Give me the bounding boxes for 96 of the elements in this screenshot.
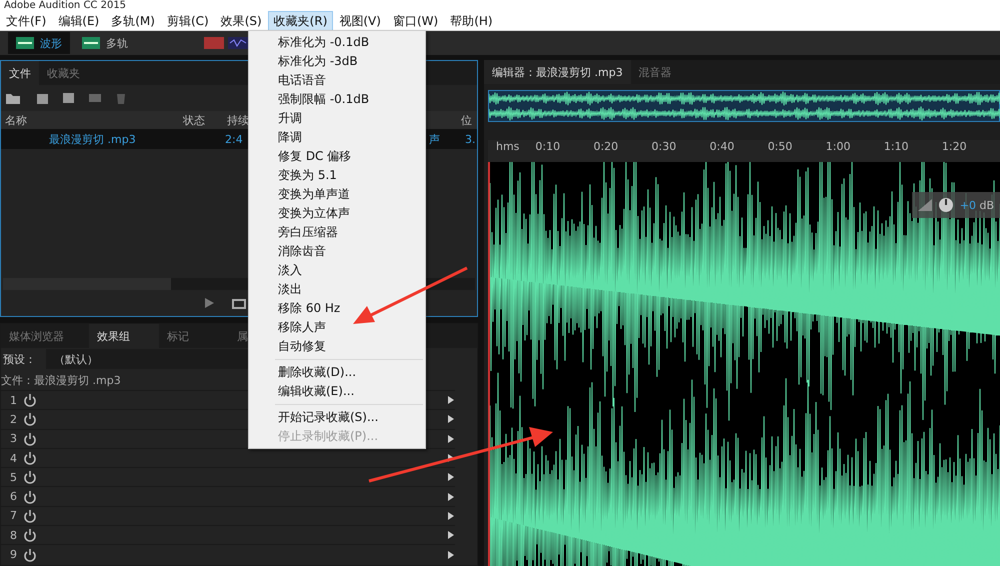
effect-slot[interactable]: 8 <box>1 525 455 544</box>
panel-tab[interactable]: 收藏夹 <box>39 61 88 85</box>
column-header[interactable]: 名称 <box>5 112 183 128</box>
menu-item[interactable]: 编辑(E) <box>52 10 106 32</box>
preset-label: 预设： <box>3 352 36 366</box>
file-name: 最浪漫剪切 .mp3 <box>49 132 136 146</box>
menu-option[interactable]: 淡入 <box>249 261 425 280</box>
level-icon <box>918 199 932 211</box>
menu-option[interactable]: 变换为立体声 <box>249 204 425 223</box>
time-label: 1:10 <box>884 140 910 153</box>
expand-arrow-icon <box>447 414 455 424</box>
menu-option[interactable]: 淡出 <box>249 280 425 299</box>
waveform-drawing[interactable] <box>490 162 1000 566</box>
window-title: Adobe Audition CC 2015 <box>4 0 126 12</box>
time-label: 1:00 <box>826 140 852 153</box>
multitrack-icon <box>82 37 100 49</box>
menu-option[interactable]: 强制限幅 -0.1dB <box>249 90 425 109</box>
slot-number: 3 <box>9 432 17 446</box>
panel-tab[interactable]: 标记 <box>159 324 229 348</box>
waveform-icon <box>16 37 34 49</box>
column-header[interactable]: 位 <box>461 112 477 128</box>
expand-arrow-icon <box>447 492 455 502</box>
menu-option[interactable]: 降调 <box>249 128 425 147</box>
expand-arrow-icon <box>447 472 455 482</box>
power-icon[interactable] <box>23 528 37 542</box>
power-icon[interactable] <box>23 548 37 562</box>
time-label: 1:20 <box>942 140 968 153</box>
table-cell: 3. <box>465 132 476 146</box>
slot-number: 2 <box>9 412 17 426</box>
expand-arrow-icon <box>447 550 455 560</box>
slot-number: 9 <box>9 548 17 562</box>
slot-number: 5 <box>9 470 17 484</box>
power-icon[interactable] <box>23 412 37 426</box>
menu-item[interactable]: 视图(V) <box>333 10 387 32</box>
menu-option[interactable]: 标准化为 -0.1dB <box>249 33 425 52</box>
menu-option[interactable]: 升调 <box>249 109 425 128</box>
menu-option[interactable]: 移除人声 <box>249 318 425 337</box>
time-label: 0:50 <box>768 140 794 153</box>
slot-number: 8 <box>9 528 17 542</box>
power-icon[interactable] <box>23 432 37 446</box>
menu-item[interactable]: 效果(S) <box>214 10 268 32</box>
menu-item[interactable]: 收藏夹(R) <box>268 10 334 32</box>
column-header[interactable]: 状态 <box>183 112 227 128</box>
panel-tab[interactable]: 媒体浏览器 <box>1 324 89 348</box>
duration-cell: 2:4 <box>225 132 243 146</box>
knob-icon <box>938 197 954 213</box>
time-label: 0:40 <box>710 140 736 153</box>
menu-option[interactable]: 旁白压缩器 <box>249 223 425 242</box>
panel-tab[interactable]: 编辑器：最浪漫剪切 .mp3 <box>484 60 631 84</box>
expand-arrow-icon <box>447 530 455 540</box>
menu-option[interactable]: 开始记录收藏(S)... <box>249 408 425 427</box>
slot-number: 1 <box>9 394 17 407</box>
slot-number: 4 <box>9 452 17 465</box>
waveform-icon <box>228 37 248 49</box>
time-label: hms <box>496 140 520 153</box>
menu-option[interactable]: 修复 DC 偏移 <box>249 147 425 166</box>
power-icon[interactable] <box>23 451 37 466</box>
table-cell: 声 <box>429 132 440 146</box>
menu-item[interactable]: 文件(F) <box>0 10 52 32</box>
expand-arrow-icon <box>447 510 455 521</box>
power-icon[interactable] <box>23 490 37 504</box>
effect-slot[interactable]: 5 <box>1 467 455 486</box>
effect-slot[interactable]: 6 <box>1 486 455 506</box>
effect-slot[interactable]: 7 <box>1 506 455 526</box>
time-label: 0:10 <box>535 140 562 153</box>
expand-arrow-icon <box>447 453 455 464</box>
slot-number: 6 <box>9 490 17 504</box>
panel-tab[interactable]: 文件 <box>1 61 39 85</box>
expand-arrow-icon <box>447 434 455 444</box>
menu-item[interactable]: 窗口(W) <box>386 10 444 32</box>
effect-slot[interactable]: 9 <box>1 544 455 564</box>
mode-button[interactable]: 多轨 <box>74 32 136 54</box>
panel-tab[interactable]: 混音器 <box>630 60 680 84</box>
power-icon[interactable] <box>23 508 37 523</box>
time-label: 0:30 <box>652 140 678 153</box>
menu-option[interactable]: 标准化为 -3dB <box>249 52 425 71</box>
overview-waveform-drawing[interactable] <box>489 91 1000 121</box>
menu-item[interactable]: 多轨(M) <box>105 10 161 32</box>
file-label: 文件：最浪漫剪切 .mp3 <box>1 372 121 388</box>
menu-option[interactable]: 消除齿音 <box>249 242 425 261</box>
time-label: 0:20 <box>593 140 620 153</box>
power-icon[interactable] <box>23 393 37 408</box>
menu-option[interactable]: 电话语音 <box>249 71 425 90</box>
gain-hud[interactable]: +0 dB <box>912 192 1000 218</box>
panel-tab[interactable]: 效果组 <box>89 324 159 348</box>
menu-item[interactable]: 帮助(H) <box>444 10 499 32</box>
gain-value: +0 dB <box>960 198 994 212</box>
mode-button[interactable]: 波形 <box>8 32 70 54</box>
time-ruler[interactable]: hms 0:10 0:20 0:30 0:40 0:50 1:00 1:10 1:20 <box>488 140 1000 162</box>
menu-option[interactable]: 变换为 5.1 <box>249 166 425 185</box>
menu-item[interactable]: 剪辑(C) <box>160 10 215 32</box>
menu-option[interactable]: 移除 60 Hz <box>249 299 425 318</box>
menu-option[interactable]: 变换为单声道 <box>249 185 425 204</box>
slot-number: 7 <box>9 509 17 522</box>
expand-arrow-icon <box>447 395 455 406</box>
power-icon[interactable] <box>23 470 37 484</box>
